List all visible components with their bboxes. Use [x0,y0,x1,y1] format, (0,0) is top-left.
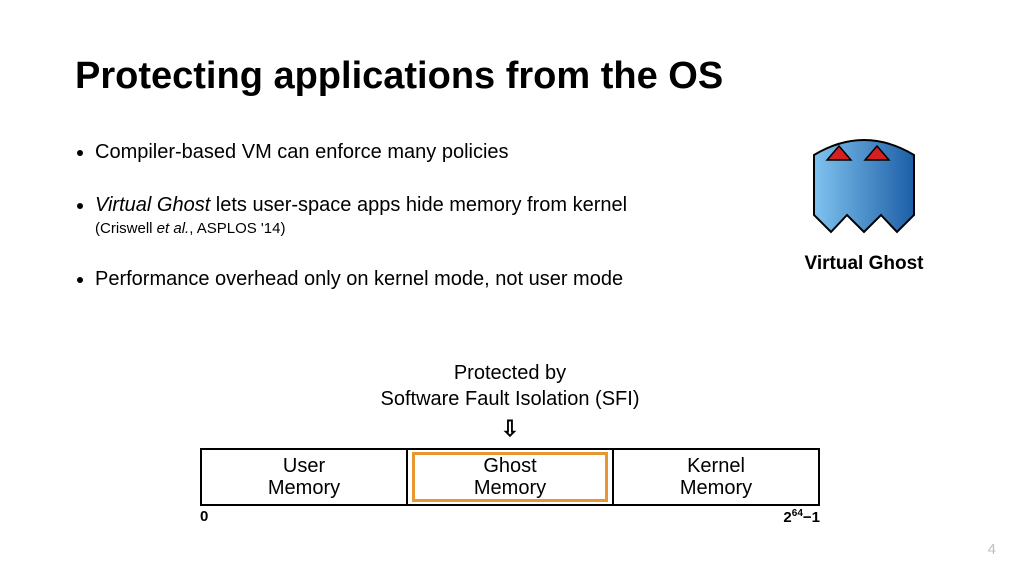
memory-axis: 0 264−1 [200,506,820,526]
arrow-down-icon: ⇩ [200,416,820,442]
bullet-1: Compiler-based VM can enforce many polic… [95,140,715,165]
memory-row: User Memory Ghost Memory Kernel Memory [200,448,820,506]
bullet-2-emph: Virtual Ghost [95,194,210,216]
user-memory-cell: User Memory [202,450,408,504]
ghost-icon [799,130,929,240]
bullet-2: Virtual Ghost lets user-space apps hide … [95,193,715,239]
bullet-2-citation: (Criswell et al., ASPLOS '14) [95,220,715,239]
bullet-2-text: lets user-space apps hide memory from ke… [210,194,627,216]
sfi-caption: Protected by Software Fault Isolation (S… [200,360,820,412]
memory-diagram: Protected by Software Fault Isolation (S… [200,360,820,526]
virtual-ghost-figure: Virtual Ghost [784,130,944,275]
kernel-memory-cell: Kernel Memory [614,450,818,504]
bullet-3: Performance overhead only on kernel mode… [95,267,715,292]
axis-end: 264−1 [783,508,820,526]
ghost-label: Virtual Ghost [784,253,944,275]
page-number: 4 [988,541,996,558]
axis-start: 0 [200,508,208,525]
slide-title: Protecting applications from the OS [75,55,723,98]
ghost-memory-cell: Ghost Memory [408,450,614,504]
bullet-list: Compiler-based VM can enforce many polic… [75,140,715,320]
